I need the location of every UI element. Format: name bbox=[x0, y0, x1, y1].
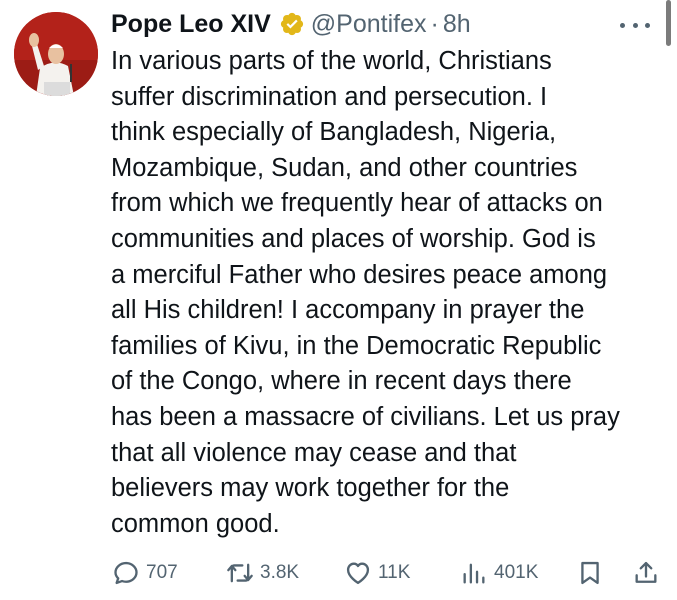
tweet-text-line: think especially of Bangladesh, Nigeria, bbox=[111, 118, 557, 147]
tweet-text-line: families of Kivu, in the Democratic Repu… bbox=[111, 331, 602, 360]
like-button[interactable]: 11K bbox=[344, 556, 410, 590]
tweet-text-line: Mozambique, Sudan, and other countries bbox=[111, 153, 578, 182]
repost-button[interactable]: 3.8K bbox=[226, 556, 299, 590]
repost-icon bbox=[227, 563, 253, 583]
share-button[interactable] bbox=[632, 556, 660, 590]
tweet-header: Pope Leo XIV @Pontifex · 8h bbox=[111, 8, 637, 40]
avatar[interactable] bbox=[14, 12, 98, 96]
tweet-text: In various parts of the world, Christian… bbox=[111, 44, 671, 542]
analytics-icon bbox=[463, 563, 485, 584]
tweet-text-line: In various parts of the world, Christian… bbox=[111, 47, 552, 75]
tweet-text-line: has been a massacre of civilians. Let us… bbox=[111, 402, 620, 431]
bookmark-button[interactable] bbox=[576, 556, 604, 590]
action-bar: 707 3.8K 11K 401K bbox=[108, 556, 668, 590]
views-button[interactable]: 401K bbox=[460, 556, 538, 590]
scrollbar[interactable] bbox=[666, 0, 671, 46]
tweet-text-line: of the Congo, where in recent days there bbox=[111, 367, 572, 396]
tweet-text-line: from which we frequently hear of attacks… bbox=[111, 189, 603, 218]
tweet-text-line: communities and places of worship. God i… bbox=[111, 224, 596, 253]
tweet-text-line: all His children! I accompany in prayer … bbox=[111, 296, 585, 325]
tweet-text-line: that all violence may cease and that bbox=[111, 438, 517, 467]
share-icon bbox=[635, 561, 657, 583]
tweet[interactable]: Pope Leo XIV @Pontifex · 8h In various p… bbox=[0, 0, 677, 600]
tweet-text-line: believers may work together for the bbox=[111, 474, 510, 503]
like-count: 11K bbox=[378, 562, 411, 583]
heart-icon bbox=[346, 562, 370, 585]
tweet-text-line: suffer discrimination and persecution. I bbox=[111, 82, 548, 111]
handle[interactable]: @Pontifex bbox=[311, 10, 427, 39]
views-count: 401K bbox=[494, 562, 539, 583]
tweet-text-line: common good. bbox=[111, 509, 280, 538]
reply-icon bbox=[114, 561, 138, 585]
avatar-image bbox=[14, 12, 98, 96]
display-name[interactable]: Pope Leo XIV bbox=[111, 10, 271, 39]
timestamp[interactable]: 8h bbox=[443, 10, 471, 39]
separator-dot: · bbox=[430, 9, 439, 38]
reply-count: 707 bbox=[146, 562, 178, 583]
more-options-icon[interactable] bbox=[620, 20, 650, 30]
tweet-text-line: a merciful Father who desires peace amon… bbox=[111, 260, 608, 289]
bookmark-icon bbox=[581, 561, 599, 585]
repost-count: 3.8K bbox=[260, 562, 300, 583]
gold-verified-badge-icon[interactable] bbox=[279, 11, 305, 37]
reply-button[interactable]: 707 bbox=[112, 556, 178, 590]
